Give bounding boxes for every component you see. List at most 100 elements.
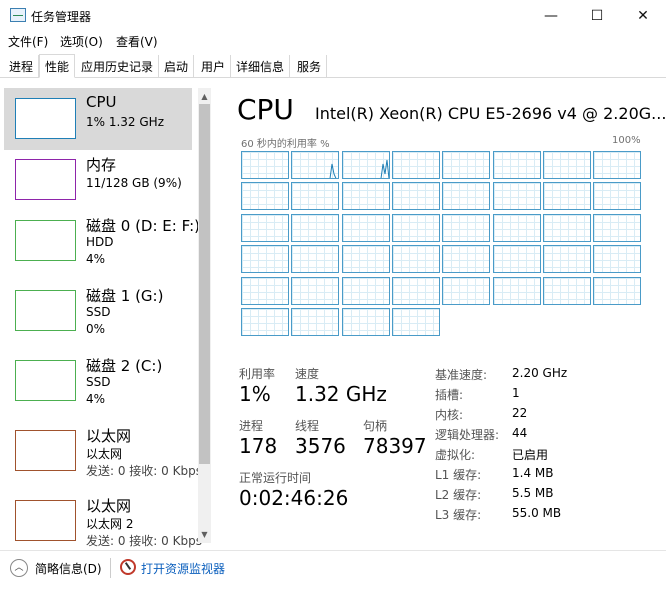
- sidebar-item-title: CPU: [86, 93, 117, 111]
- sidebar-item-memory[interactable]: 内存 11/128 GB (9%): [4, 149, 192, 211]
- tab-users[interactable]: 用户: [196, 55, 232, 77]
- l1-cache-label: L1 缓存:: [435, 468, 482, 482]
- task-manager-icon: [10, 8, 26, 22]
- sidebar-item-title: 以太网: [86, 497, 132, 515]
- minimize-button[interactable]: —: [528, 0, 574, 31]
- sidebar-item-ethernet-2[interactable]: 以太网 以太网 2 发送: 0 接收: 0 Kbps: [4, 490, 202, 549]
- logical-processor-graph: [442, 245, 490, 273]
- virtualization-value: 已启用: [512, 448, 549, 462]
- logical-processor-graph: [543, 182, 591, 210]
- tab-app-history[interactable]: 应用历史记录: [76, 55, 160, 77]
- logical-processor-graph: [291, 245, 339, 273]
- virtualization-label: 虚拟化:: [435, 448, 476, 462]
- logical-processor-graph: [392, 151, 440, 179]
- logical-processor-graph: [593, 277, 641, 305]
- ethernet-thumbnail: [15, 500, 76, 541]
- sidebar-item-throughput: 发送: 0 接收: 0 Kbps: [86, 464, 202, 478]
- tab-details[interactable]: 详细信息: [231, 55, 291, 77]
- scroll-down-icon[interactable]: ▼: [198, 528, 211, 542]
- resource-sidebar: CPU 1% 1.32 GHz 内存 11/128 GB (9%) 磁盘 0 (…: [0, 79, 214, 549]
- logical-processor-graph: [593, 245, 641, 273]
- logical-processor-graph: [593, 182, 641, 210]
- sockets-label: 插槽:: [435, 388, 464, 402]
- processes-value: 178: [239, 434, 278, 458]
- sidebar-item-cpu[interactable]: CPU 1% 1.32 GHz: [4, 88, 192, 150]
- tab-performance[interactable]: 性能: [39, 54, 76, 78]
- cpu-model-name: Intel(R) Xeon(R) CPU E5-2696 v4 @ 2.20G.…: [315, 104, 666, 123]
- logical-processor-graph: [342, 277, 390, 305]
- logical-processor-graph: [392, 214, 440, 242]
- logical-processor-graph: [241, 151, 289, 179]
- tab-processes[interactable]: 进程: [4, 55, 40, 77]
- sidebar-item-sub: 1% 1.32 GHz: [86, 115, 165, 129]
- utilization-axis-label: 60 秒内的利用率 %: [241, 139, 330, 150]
- sidebar-item-type: SSD: [86, 375, 111, 389]
- maximize-button[interactable]: ☐: [574, 0, 620, 31]
- logical-processor-graph: [392, 277, 440, 305]
- sidebar-item-usage: 0%: [86, 322, 106, 336]
- disk-thumbnail: [15, 220, 76, 261]
- sidebar-item-disk-1[interactable]: 磁盘 1 (G:) SSD 0%: [4, 280, 192, 342]
- sidebar-item-sub: 11/128 GB (9%): [86, 176, 182, 190]
- fewer-details-link[interactable]: 简略信息(D): [35, 560, 102, 577]
- menu-view[interactable]: 查看(V): [116, 33, 158, 50]
- logical-processor-graph: [493, 151, 541, 179]
- threads-label: 线程: [295, 419, 320, 433]
- logical-processor-graph: [291, 308, 339, 336]
- disk-thumbnail: [15, 290, 76, 331]
- logical-processor-graph: [342, 214, 390, 242]
- logical-processor-graph: [241, 245, 289, 273]
- speed-value: 1.32 GHz: [295, 382, 387, 406]
- cores-label: 内核:: [435, 408, 464, 422]
- footer-divider: [110, 558, 111, 578]
- logical-processor-graph: [493, 182, 541, 210]
- l3-cache-value: 55.0 MB: [512, 506, 562, 520]
- close-button[interactable]: ✕: [620, 0, 666, 31]
- logical-processor-graph: [442, 182, 490, 210]
- logical-processor-graph: [543, 245, 591, 273]
- logical-processor-graph: [342, 245, 390, 273]
- logical-processor-graph: [291, 214, 339, 242]
- menu-file[interactable]: 文件(F): [8, 33, 48, 50]
- uptime-value: 0:02:46:26: [239, 486, 349, 510]
- panel-title: CPU: [237, 93, 294, 126]
- menu-options[interactable]: 选项(O): [60, 33, 103, 50]
- cores-value: 22: [512, 406, 528, 420]
- sidebar-item-title: 磁盘 1 (G:): [86, 287, 164, 305]
- logical-processor-graph: [241, 182, 289, 210]
- sockets-value: 1: [512, 386, 520, 400]
- logical-processor-graph: [493, 245, 541, 273]
- logical-processor-graph: [291, 277, 339, 305]
- open-resource-monitor-link[interactable]: 打开资源监视器: [141, 560, 225, 577]
- sidebar-item-disk-0[interactable]: 磁盘 0 (D: E: F:) HDD 4%: [4, 210, 200, 272]
- cpu-thumbnail: [15, 98, 76, 139]
- processes-label: 进程: [239, 419, 264, 433]
- disk-thumbnail: [15, 360, 76, 401]
- logical-processor-graph: [493, 214, 541, 242]
- speed-label: 速度: [295, 367, 320, 381]
- logical-processor-graph: [392, 308, 440, 336]
- tab-startup[interactable]: 启动: [159, 55, 195, 77]
- logical-processor-graph: [342, 151, 390, 179]
- logical-processor-graph: [241, 308, 289, 336]
- utilization-label: 利用率: [239, 367, 276, 381]
- sidebar-item-disk-2[interactable]: 磁盘 2 (C:) SSD 4%: [4, 350, 192, 412]
- logical-processor-graph: [442, 151, 490, 179]
- sidebar-scrollbar-thumb[interactable]: [199, 104, 210, 464]
- l2-cache-label: L2 缓存:: [435, 488, 482, 502]
- sidebar-item-title: 内存: [86, 156, 117, 174]
- logical-processors-label: 逻辑处理器:: [435, 428, 500, 442]
- handles-label: 句柄: [363, 419, 388, 433]
- handles-value: 78397: [363, 434, 427, 458]
- sidebar-item-type: SSD: [86, 305, 111, 319]
- sidebar-item-throughput: 发送: 0 接收: 0 Kbps: [86, 534, 202, 548]
- resource-monitor-icon[interactable]: [120, 559, 136, 575]
- chevron-up-icon[interactable]: ︿: [10, 559, 28, 577]
- memory-thumbnail: [15, 159, 76, 200]
- ethernet-thumbnail: [15, 430, 76, 471]
- utilization-value: 1%: [239, 382, 271, 406]
- sidebar-item-ethernet-1[interactable]: 以太网 以太网 发送: 0 接收: 0 Kbps: [4, 420, 202, 482]
- scroll-up-icon[interactable]: ▲: [198, 90, 211, 104]
- threads-value: 3576: [295, 434, 346, 458]
- tab-services[interactable]: 服务: [292, 55, 328, 77]
